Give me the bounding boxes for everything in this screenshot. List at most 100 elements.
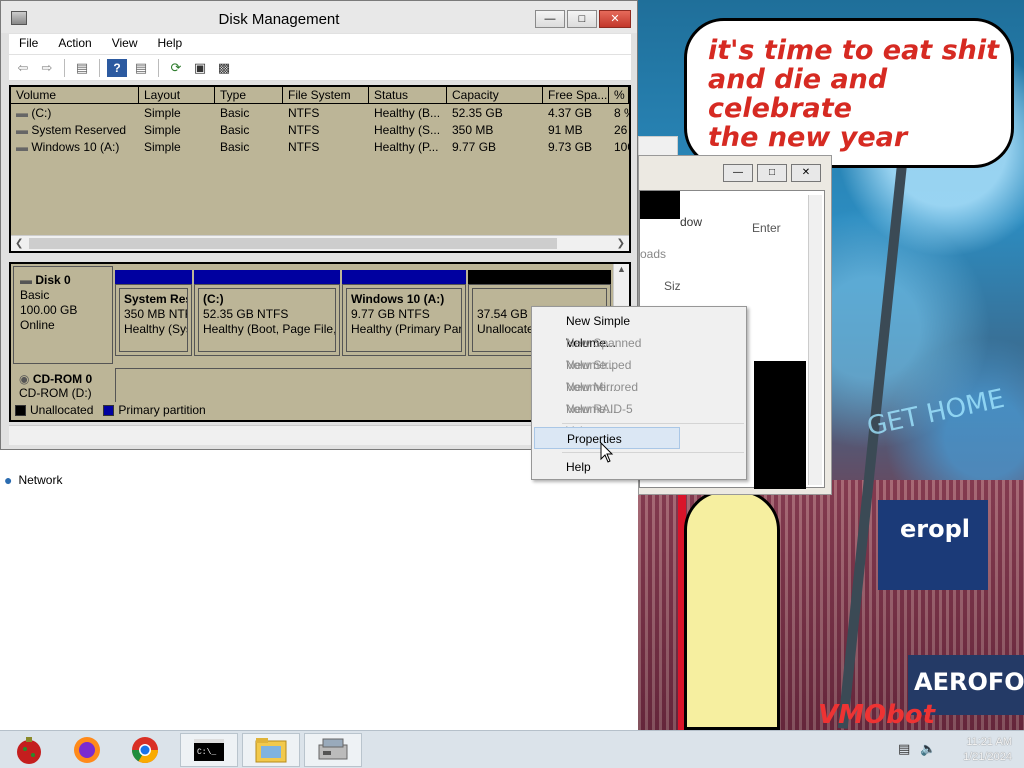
clock-time: 11:21 AM xyxy=(966,736,1012,748)
percent-free-cell: 100 xyxy=(614,140,629,154)
scroll-left-icon[interactable]: ❮ xyxy=(15,236,23,251)
close-button[interactable]: ✕ xyxy=(599,10,631,28)
partition-body: System Res 350 MB NTF Healthy (Sys xyxy=(119,288,188,352)
properties-icon[interactable]: ▣ xyxy=(190,59,210,77)
menu-item-new-mirrored-volume[interactable]: New Mirrored Volume... xyxy=(534,376,678,416)
scroll-up-icon[interactable]: ▲ xyxy=(617,264,626,274)
maximize-button[interactable]: □ xyxy=(567,10,597,28)
wallpaper-sign-text: AEROFOS xyxy=(914,668,1024,696)
forward-arrow-icon[interactable]: ⇨ xyxy=(37,59,57,77)
menu-file[interactable]: File xyxy=(9,34,48,54)
close-icon[interactable]: ✕ xyxy=(791,164,821,182)
drive-icon: ▬ xyxy=(16,106,28,120)
partition-c[interactable]: (C:) 52.35 GB NTFS Healthy (Boot, Page F… xyxy=(194,284,340,356)
background-text: Enter xyxy=(752,221,781,235)
maximize-icon[interactable]: □ xyxy=(757,164,787,182)
background-scrollbar[interactable] xyxy=(808,195,822,485)
system-tray-icons: ▤ 🔈 xyxy=(898,741,936,757)
refresh-icon[interactable]: ⟳ xyxy=(166,59,186,77)
toolbar-separator xyxy=(64,58,65,77)
menu-item-new-simple-volume[interactable]: New Simple Volume... xyxy=(534,310,678,350)
capacity-cell: 52.35 GB xyxy=(452,106,503,120)
menu-separator xyxy=(562,423,744,424)
table-row[interactable]: ▬ (C:) Simple Basic NTFS Healthy (B... 5… xyxy=(11,105,629,122)
column-header-file-system[interactable]: File System xyxy=(283,87,369,104)
partition-body: Windows 10 (A:) 9.77 GB NTFS Healthy (Pr… xyxy=(346,288,462,352)
cdrom-name: CD-ROM 0 xyxy=(32,372,93,386)
taskbar-file-explorer[interactable] xyxy=(242,733,300,767)
wallpaper-brand-text: VMObot xyxy=(818,700,935,730)
taskbar-disk-management[interactable] xyxy=(304,733,362,767)
horizontal-scrollbar[interactable]: ❮ ❯ xyxy=(11,235,629,251)
toolbar: ⇦ ⇨ ▤ ? ▤ ⟳ ▣ ▩ xyxy=(9,55,631,81)
clock[interactable]: 11:21 AM 1/21/2024 xyxy=(963,735,1012,765)
cdrom-icon: ◉ xyxy=(19,372,30,386)
menu-item-new-striped-volume[interactable]: New Striped Volume... xyxy=(534,354,678,394)
status-cell: Healthy (S... xyxy=(374,123,441,137)
properties-pane-icon[interactable]: ▤ xyxy=(131,59,151,77)
table-row[interactable]: ▬ Windows 10 (A:) Simple Basic NTFS Heal… xyxy=(11,139,629,156)
menu-item-new-spanned-volume[interactable]: New Spanned Volume... xyxy=(534,332,678,372)
disk-name: Disk 0 xyxy=(35,273,71,287)
back-arrow-icon[interactable]: ⇦ xyxy=(13,59,33,77)
legend-swatch-unallocated xyxy=(15,404,26,416)
type-cell: Basic xyxy=(220,106,250,120)
partition-system-reserved[interactable]: System Res 350 MB NTF Healthy (Sys xyxy=(115,284,192,356)
column-header-layout[interactable]: Layout xyxy=(139,87,215,104)
partition-body: (C:) 52.35 GB NTFS Healthy (Boot, Page F… xyxy=(198,288,336,352)
mouse-cursor-icon xyxy=(600,442,614,463)
command-prompt-icon: C:\_ xyxy=(194,739,224,761)
partition-size: 52.35 GB NTFS xyxy=(203,307,289,321)
column-header-percent-free[interactable]: % F xyxy=(609,87,629,104)
legend: Unallocated Primary partition xyxy=(13,402,613,418)
scrollbar-thumb[interactable] xyxy=(29,238,557,249)
cdrom-info[interactable]: ◉ CD-ROM 0 CD-ROM (D:) xyxy=(13,368,113,402)
menu-item-new-raid5-volume[interactable]: New RAID-5 Volume... xyxy=(534,398,678,438)
show-hide-console-tree-icon[interactable]: ▤ xyxy=(72,59,92,77)
title-bar[interactable]: Disk Management — □ ✕ xyxy=(1,1,637,33)
disk-management-icon xyxy=(318,738,348,760)
volume-name: Windows 10 (A:) xyxy=(31,140,120,154)
legend-primary-label: Primary partition xyxy=(118,403,206,417)
taskbar-ornament[interactable] xyxy=(0,733,58,767)
partition-color-bar xyxy=(115,270,192,284)
volume-list[interactable]: Volume Layout Type File System Status Ca… xyxy=(9,85,631,253)
column-header-type[interactable]: Type xyxy=(215,87,283,104)
type-cell: Basic xyxy=(220,123,250,137)
wallpaper-drawn-figure xyxy=(684,490,780,730)
taskbar-firefox[interactable] xyxy=(58,733,116,767)
partition-size: 350 MB NTF xyxy=(124,307,188,321)
background-text: dow xyxy=(680,215,703,229)
scroll-right-icon[interactable]: ❯ xyxy=(617,236,625,251)
table-row[interactable]: ▬ System Reserved Simple Basic NTFS Heal… xyxy=(11,122,629,139)
ornament-icon xyxy=(17,737,41,764)
volume-muted-icon[interactable]: 🔈 xyxy=(920,741,936,757)
firefox-icon xyxy=(74,737,100,763)
rescan-disks-icon[interactable]: ▩ xyxy=(214,59,234,77)
layout-cell: Simple xyxy=(144,140,181,154)
disk-0-info[interactable]: ▬ Disk 0 Basic 100.00 GB Online xyxy=(13,266,113,364)
file-system-cell: NTFS xyxy=(288,106,320,120)
column-header-capacity[interactable]: Capacity xyxy=(447,87,543,104)
free-space-cell: 91 MB xyxy=(548,123,583,137)
taskbar-command-prompt[interactable]: C:\_ xyxy=(180,733,238,767)
file-system-cell: NTFS xyxy=(288,140,320,154)
clock-date: 1/21/2024 xyxy=(963,751,1012,763)
menu-view[interactable]: View xyxy=(102,34,148,54)
network-status-icon[interactable]: ▤ xyxy=(898,741,910,757)
menu-help[interactable]: Help xyxy=(148,34,193,54)
type-cell: Basic xyxy=(220,140,250,154)
taskbar-chrome[interactable] xyxy=(116,733,174,767)
desktop-network[interactable]: ● Network xyxy=(4,472,62,488)
minimize-button[interactable]: — xyxy=(535,10,565,28)
help-icon[interactable]: ? xyxy=(107,58,127,77)
column-header-free-space[interactable]: Free Spa... xyxy=(543,87,609,104)
column-header-status[interactable]: Status xyxy=(369,87,447,104)
minimize-icon[interactable]: — xyxy=(723,164,753,182)
column-header-volume[interactable]: Volume xyxy=(11,87,139,104)
volume-cell: ▬ (C:) xyxy=(11,105,139,122)
drive-icon: ▬ xyxy=(16,140,28,154)
percent-free-cell: 8 % xyxy=(614,106,629,120)
partition-windows-10[interactable]: Windows 10 (A:) 9.77 GB NTFS Healthy (Pr… xyxy=(342,284,466,356)
menu-action[interactable]: Action xyxy=(48,34,101,54)
